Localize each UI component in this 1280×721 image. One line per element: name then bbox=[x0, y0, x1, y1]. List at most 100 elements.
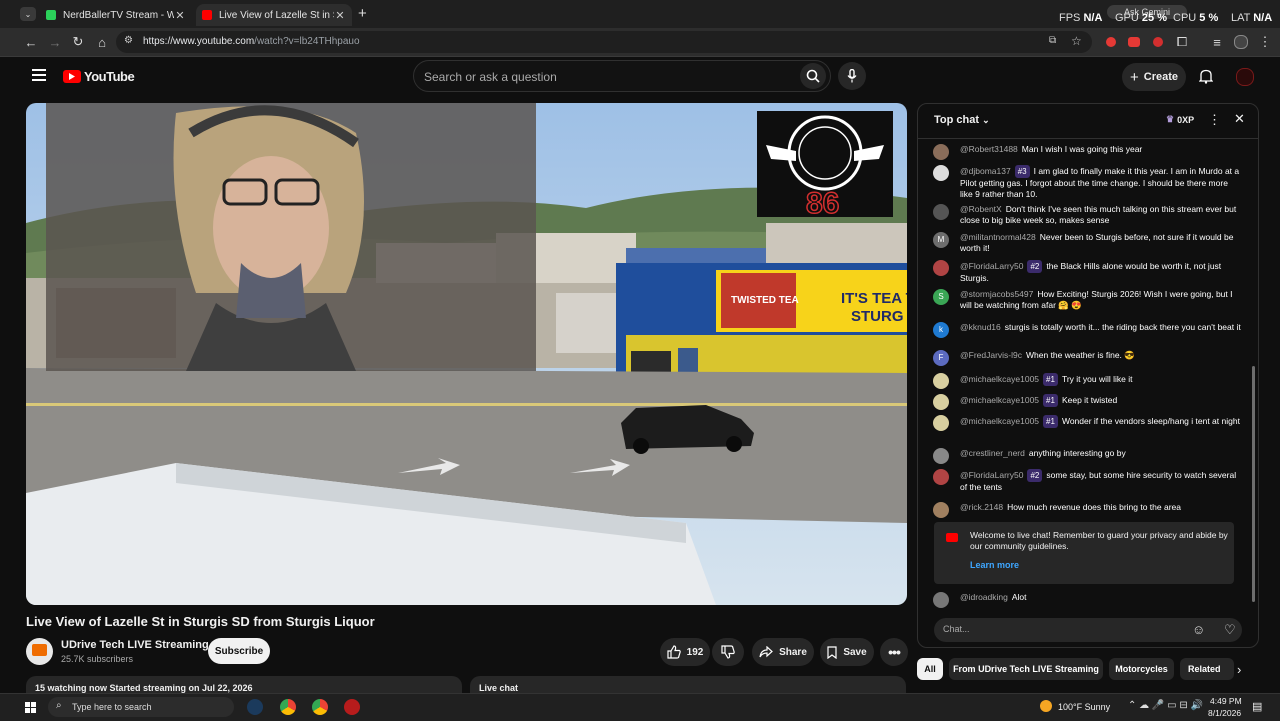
chat-author: @FloridaLarry50 bbox=[960, 261, 1024, 271]
chat-message[interactable]: k @kknud16 sturgis is totally worth it... … bbox=[933, 322, 1241, 338]
live-chat: Top chat ⌄ ♛ 0XP ⋮ ✕ @Robert31488 Man I w… bbox=[917, 103, 1259, 648]
chat-message[interactable]: @michaelkcaye1005 #1 Keep it twisted bbox=[933, 394, 1241, 410]
chat-message[interactable]: @FloridaLarry50 #2 some stay, but some hir… bbox=[933, 469, 1241, 493]
chat-avatar: k bbox=[933, 322, 949, 338]
video-frame: TWISTED TEA IT'S TEA TI STURG 86 bbox=[26, 103, 907, 605]
chat-message[interactable]: @michaelkcaye1005 #1 Try it you will like … bbox=[933, 373, 1241, 389]
extension-abp-icon[interactable] bbox=[1125, 33, 1143, 51]
notifications-bell-icon[interactable] bbox=[1198, 69, 1214, 87]
chat-message[interactable]: @djboma137 #3 I am glad to finally make it… bbox=[933, 165, 1241, 200]
chat-author: @djboma137 bbox=[960, 166, 1011, 176]
chip-related[interactable]: Related bbox=[1180, 658, 1234, 680]
search-button[interactable] bbox=[800, 63, 826, 89]
chat-message[interactable]: @Robert31488 Man I wish I was going this … bbox=[933, 144, 1241, 160]
close-chat-icon[interactable]: ✕ bbox=[1234, 111, 1245, 127]
welcome-text: Welcome to live chat! Remember to guard … bbox=[970, 530, 1228, 551]
search-box[interactable]: Search or ask a question bbox=[413, 60, 831, 92]
extension-red-icon[interactable] bbox=[1102, 33, 1120, 51]
chat-message[interactable]: F @FredJarvis-l9c When the weather is fine… bbox=[933, 350, 1241, 366]
reload-icon[interactable]: ↻ bbox=[69, 33, 87, 51]
extension-circle-icon[interactable] bbox=[1149, 33, 1167, 51]
account-avatar[interactable] bbox=[1236, 68, 1254, 86]
taskbar-search[interactable]: ⌕ Type here to search bbox=[48, 697, 234, 717]
like-count: 192 bbox=[686, 646, 704, 658]
extensions-puzzle-icon[interactable]: ⧠ bbox=[1173, 33, 1191, 51]
address-bar[interactable]: ⚙ https://www.youtube.com/watch?v=lb24TH… bbox=[116, 31, 1092, 53]
channel-avatar[interactable] bbox=[26, 638, 53, 665]
browser-tab-2-active[interactable]: Live View of Lazelle St in Sturgis ✕ bbox=[196, 4, 352, 26]
weather-text[interactable]: 100°F Sunny bbox=[1058, 702, 1110, 712]
chat-message[interactable]: @michaelkcaye1005 #1 Wonder if the vendors… bbox=[933, 415, 1241, 431]
chevron-down-icon: ⌄ bbox=[982, 115, 990, 125]
chat-message[interactable]: @RobentX Don't think I've seen this much … bbox=[933, 204, 1241, 226]
emoji-icon[interactable]: ☺ bbox=[1192, 622, 1205, 637]
chrome-icon[interactable] bbox=[280, 699, 296, 715]
chat-message[interactable]: @crestliner_nerd anything interesting go … bbox=[933, 448, 1241, 464]
voice-search-button[interactable] bbox=[838, 62, 866, 90]
chat-message[interactable]: M @militantnormal428 Never been to Sturgis… bbox=[933, 232, 1241, 254]
tab-list-dropdown[interactable]: ⌄ bbox=[20, 7, 36, 21]
chat-author: @militantnormal428 bbox=[960, 232, 1036, 242]
subscribe-button[interactable]: Subscribe bbox=[208, 638, 270, 664]
browser-tab-1[interactable]: NerdBallerTV Stream - Watch Li ✕ bbox=[40, 4, 192, 26]
notifications-icon[interactable]: ▤ bbox=[1252, 700, 1262, 713]
more-actions-button[interactable]: ••• bbox=[880, 638, 908, 666]
chat-input[interactable]: Chat... ☺ ♡ bbox=[934, 618, 1242, 642]
search-icon bbox=[806, 69, 820, 83]
youtube-mini-icon bbox=[946, 533, 958, 542]
youtube-logo[interactable]: YouTube bbox=[63, 69, 135, 84]
steam-icon[interactable] bbox=[247, 699, 263, 715]
heart-icon[interactable]: ♡ bbox=[1224, 622, 1236, 638]
app-red-icon[interactable] bbox=[344, 699, 360, 715]
chat-avatar bbox=[933, 373, 949, 389]
chat-scrollbar[interactable] bbox=[1252, 366, 1255, 602]
chrome-active-icon[interactable] bbox=[312, 699, 328, 715]
chat-message[interactable]: @FloridaLarry50 #2 the Black Hills alone w… bbox=[933, 260, 1241, 284]
chat-author: @kknud16 bbox=[960, 322, 1001, 332]
close-tab-icon[interactable]: ✕ bbox=[334, 9, 346, 22]
chat-text: Alot bbox=[1011, 592, 1027, 602]
save-label: Save bbox=[843, 646, 867, 658]
learn-more-link[interactable]: Learn more bbox=[970, 560, 1019, 570]
chip-from-channel[interactable]: From UDrive Tech LIVE Streaming bbox=[949, 658, 1103, 680]
browser-menu-icon[interactable]: ⋮ bbox=[1256, 33, 1274, 51]
chat-text: Wonder if the vendors sleep/hang i tent … bbox=[1061, 416, 1240, 426]
chat-avatar bbox=[933, 502, 949, 518]
channel-name[interactable]: UDrive Tech LIVE Streaming bbox=[61, 639, 209, 651]
xp-badge[interactable]: ♛ 0XP bbox=[1166, 114, 1194, 125]
hamburger-menu-icon[interactable] bbox=[32, 69, 46, 81]
clock-time[interactable]: 4:49 PM bbox=[1210, 696, 1242, 706]
chat-message-last[interactable]: @idroadking Alot bbox=[933, 592, 1241, 608]
close-tab-icon[interactable]: ✕ bbox=[174, 9, 186, 22]
plus-icon: + bbox=[1129, 68, 1139, 86]
forward-arrow-icon[interactable]: → bbox=[46, 33, 64, 51]
search-input[interactable]: Search or ask a question bbox=[424, 70, 557, 84]
create-button[interactable]: + Create bbox=[1122, 63, 1186, 91]
install-app-icon[interactable]: ⧉ bbox=[1049, 35, 1056, 46]
chip-motorcycles[interactable]: Motorcycles bbox=[1109, 658, 1174, 680]
back-arrow-icon[interactable]: ← bbox=[22, 33, 40, 51]
home-icon[interactable]: ⌂ bbox=[93, 33, 111, 51]
windows-start-icon[interactable] bbox=[25, 702, 36, 713]
system-tray-icons[interactable]: ⌃ ☁ 🎤 ▭ ⊟ 🔊 bbox=[1128, 700, 1203, 711]
chat-message[interactable]: S @stormjacobs5497 How Exciting! Sturgis 2… bbox=[933, 289, 1241, 311]
save-button[interactable]: Save bbox=[820, 638, 874, 666]
profile-avatar-icon[interactable] bbox=[1232, 33, 1250, 51]
new-tab-icon[interactable]: + bbox=[358, 5, 367, 22]
reading-list-icon[interactable]: ≡ bbox=[1208, 33, 1226, 51]
chat-more-icon[interactable]: ⋮ bbox=[1208, 112, 1221, 128]
clock-date[interactable]: 8/1/2026 bbox=[1208, 708, 1241, 718]
windows-taskbar: ⌕ Type here to search 100°F Sunny ⌃ ☁ 🎤 … bbox=[0, 693, 1280, 721]
dislike-button[interactable] bbox=[712, 638, 744, 666]
site-info-icon[interactable]: ⚙ bbox=[124, 35, 133, 46]
video-player[interactable]: TWISTED TEA IT'S TEA TI STURG 86 bbox=[26, 103, 907, 605]
chat-message[interactable]: @rick.2148 How much revenue does this bri… bbox=[933, 502, 1241, 518]
chevron-right-icon[interactable]: › bbox=[1237, 662, 1241, 677]
bookmark-star-icon[interactable]: ☆ bbox=[1071, 34, 1082, 48]
share-button[interactable]: Share bbox=[752, 638, 814, 666]
chat-mode-label: Top chat bbox=[934, 114, 980, 126]
youtube-header: YouTube Search or ask a question + Creat… bbox=[0, 57, 1280, 97]
chat-mode-dropdown[interactable]: Top chat ⌄ bbox=[934, 114, 990, 126]
chip-all[interactable]: All bbox=[917, 658, 943, 680]
like-button[interactable]: 192 bbox=[660, 638, 710, 666]
